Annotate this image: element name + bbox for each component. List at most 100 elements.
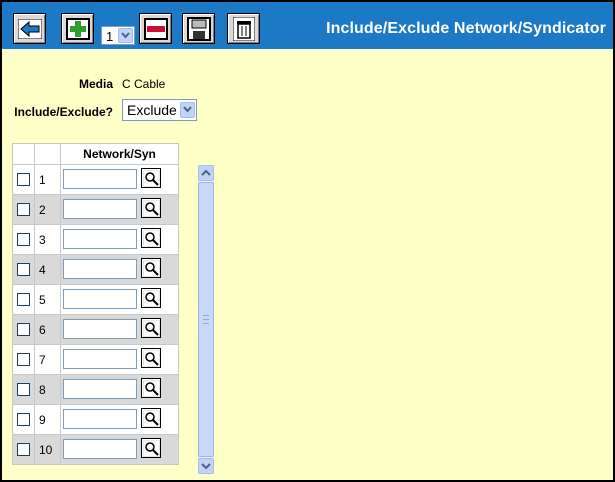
row-checkbox-cell <box>12 254 35 285</box>
plus-icon <box>65 17 90 40</box>
lookup-button[interactable] <box>141 348 161 368</box>
magnifier-icon <box>144 261 159 276</box>
row-checkbox[interactable] <box>17 232 30 246</box>
row-checkbox[interactable] <box>17 322 30 336</box>
include-exclude-dropdown-button[interactable] <box>180 102 195 118</box>
row-number: 10 <box>34 434 61 465</box>
media-label: Media <box>78 77 113 91</box>
row-number: 6 <box>34 314 61 345</box>
back-arrow-icon <box>17 18 42 39</box>
row-checkbox-cell <box>12 194 35 225</box>
row-number: 8 <box>34 374 61 405</box>
row-checkbox-cell <box>12 164 35 195</box>
lookup-button[interactable] <box>141 168 161 188</box>
network-input[interactable] <box>63 289 137 309</box>
magnifier-icon <box>144 381 159 396</box>
network-cell <box>60 224 179 255</box>
add-button[interactable] <box>61 13 94 44</box>
network-input[interactable] <box>63 199 137 219</box>
table-row: 10 <box>12 434 179 465</box>
row-checkbox-cell <box>12 434 35 465</box>
header-num-col <box>34 143 61 165</box>
network-table: Network/Syn 1 2 3 4 5 6 7 8 9 10 <box>12 143 179 465</box>
lookup-button[interactable] <box>141 288 161 308</box>
magnifier-icon <box>144 411 159 426</box>
save-icon <box>186 16 211 41</box>
media-value: C Cable <box>122 77 166 91</box>
count-value: 1 <box>106 29 114 44</box>
row-number: 2 <box>34 194 61 225</box>
table-row: 9 <box>12 404 179 435</box>
network-cell <box>60 404 179 435</box>
header-network: Network/Syn <box>60 143 179 165</box>
lookup-button[interactable] <box>141 378 161 398</box>
row-checkbox-cell <box>12 404 35 435</box>
table-row: 3 <box>12 224 179 255</box>
network-cell <box>60 194 179 225</box>
row-checkbox[interactable] <box>17 172 30 186</box>
count-select[interactable]: 1 <box>101 26 135 45</box>
table-row: 5 <box>12 284 179 315</box>
network-cell <box>60 284 179 315</box>
remove-button[interactable] <box>139 13 172 44</box>
include-exclude-label: Include/Exclude? <box>14 105 113 119</box>
scroll-thumb[interactable] <box>198 182 214 457</box>
row-number: 4 <box>34 254 61 285</box>
row-number: 9 <box>34 404 61 435</box>
delete-button[interactable] <box>227 13 260 44</box>
chevron-down-icon <box>201 463 211 470</box>
network-input[interactable] <box>63 229 137 249</box>
network-input[interactable] <box>63 409 137 429</box>
network-cell <box>60 164 179 195</box>
table-row: 8 <box>12 374 179 405</box>
page-title: Include/Exclude Network/Syndicator <box>326 20 606 37</box>
lookup-button[interactable] <box>141 318 161 338</box>
network-input[interactable] <box>63 169 137 189</box>
row-number: 3 <box>34 224 61 255</box>
network-cell <box>60 314 179 345</box>
row-number: 1 <box>34 164 61 195</box>
chevron-down-icon <box>121 32 130 39</box>
row-checkbox[interactable] <box>17 412 30 426</box>
row-checkbox[interactable] <box>17 352 30 366</box>
network-input[interactable] <box>63 379 137 399</box>
lookup-button[interactable] <box>141 198 161 218</box>
row-checkbox[interactable] <box>17 292 30 306</box>
scroll-down-button[interactable] <box>198 458 214 474</box>
row-checkbox[interactable] <box>17 202 30 216</box>
table-scrollbar[interactable] <box>198 165 214 474</box>
lookup-button[interactable] <box>141 438 161 458</box>
chevron-up-icon <box>201 169 211 176</box>
chevron-down-icon <box>183 106 192 113</box>
network-input[interactable] <box>63 319 137 339</box>
network-cell <box>60 344 179 375</box>
row-checkbox-cell <box>12 374 35 405</box>
scroll-up-button[interactable] <box>198 165 214 181</box>
table-row: 6 <box>12 314 179 345</box>
back-button[interactable] <box>13 13 46 44</box>
magnifier-icon <box>144 231 159 246</box>
row-checkbox[interactable] <box>17 382 30 396</box>
row-checkbox[interactable] <box>17 262 30 276</box>
table-row: 1 <box>12 164 179 195</box>
row-checkbox[interactable] <box>17 442 30 456</box>
row-number: 5 <box>34 284 61 315</box>
magnifier-icon <box>144 351 159 366</box>
magnifier-icon <box>144 291 159 306</box>
save-button[interactable] <box>182 13 215 44</box>
lookup-button[interactable] <box>141 408 161 428</box>
lookup-button[interactable] <box>141 228 161 248</box>
network-input[interactable] <box>63 349 137 369</box>
network-input[interactable] <box>63 259 137 279</box>
table-row: 2 <box>12 194 179 225</box>
count-dropdown-button[interactable] <box>118 28 133 43</box>
row-checkbox-cell <box>12 284 35 315</box>
lookup-button[interactable] <box>141 258 161 278</box>
row-checkbox-cell <box>12 344 35 375</box>
toolbar: 1 Include/Exclude Network/Syndicator <box>2 2 613 49</box>
magnifier-icon <box>144 201 159 216</box>
network-input[interactable] <box>63 439 137 459</box>
grip-icon <box>203 315 209 324</box>
include-exclude-select[interactable]: Exclude <box>122 99 197 121</box>
include-exclude-value: Exclude <box>127 102 177 118</box>
